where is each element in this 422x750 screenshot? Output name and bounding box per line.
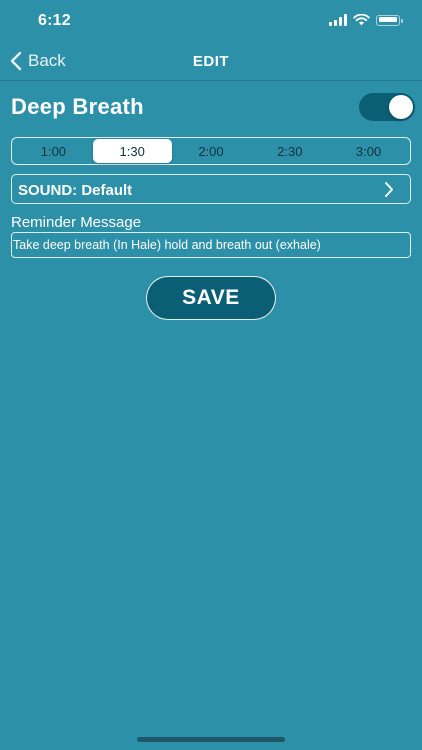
sound-label: SOUND: Default bbox=[18, 182, 133, 199]
enable-toggle[interactable] bbox=[359, 93, 415, 121]
status-bar: 6:12 bbox=[0, 0, 422, 44]
wifi-icon bbox=[353, 14, 370, 26]
navigation-bar: Back EDIT bbox=[0, 44, 422, 81]
duration-option-2-30[interactable]: 2:30 bbox=[250, 139, 329, 163]
reminder-message-value: Take deep breath (In Hale) hold and brea… bbox=[13, 238, 321, 252]
sound-selector[interactable]: SOUND: Default bbox=[11, 174, 411, 204]
item-title: Deep Breath bbox=[11, 94, 144, 119]
cellular-signal-icon bbox=[329, 14, 347, 26]
save-button[interactable]: SAVE bbox=[146, 276, 276, 320]
home-indicator bbox=[137, 737, 285, 742]
duration-option-2-00[interactable]: 2:00 bbox=[172, 139, 251, 163]
duration-option-1-00[interactable]: 1:00 bbox=[14, 139, 93, 163]
battery-icon bbox=[376, 14, 403, 26]
duration-option-3-00[interactable]: 3:00 bbox=[329, 139, 408, 163]
duration-segmented-control: 1:00 1:30 2:00 2:30 3:00 bbox=[11, 137, 411, 165]
toggle-knob bbox=[389, 95, 413, 119]
reminder-message-label: Reminder Message bbox=[11, 214, 142, 231]
status-time: 6:12 bbox=[38, 12, 71, 29]
status-icons bbox=[329, 14, 403, 26]
duration-option-1-30[interactable]: 1:30 bbox=[92, 139, 172, 163]
chevron-right-icon bbox=[385, 182, 393, 197]
page-title: EDIT bbox=[192, 53, 230, 70]
reminder-message-field[interactable]: Take deep breath (In Hale) hold and brea… bbox=[11, 232, 411, 258]
